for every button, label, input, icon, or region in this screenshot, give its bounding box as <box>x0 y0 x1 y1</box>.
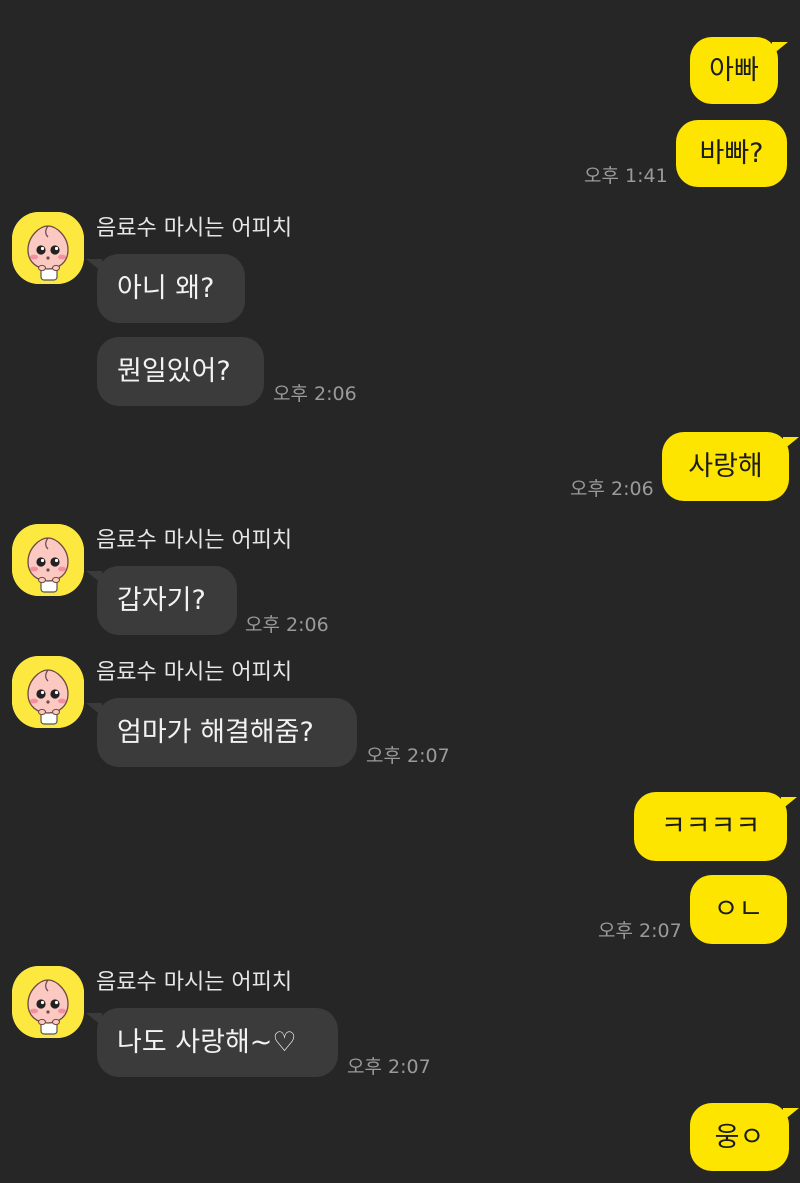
message-text: 아빠 <box>709 55 759 86</box>
sender-name: 음료수 마시는 어피치 <box>96 660 293 685</box>
message-text: 나도 사랑해~♡ <box>117 1027 297 1058</box>
my-message-bubble[interactable]: 바빠? <box>676 120 787 187</box>
message-text: 사랑해 <box>688 451 763 482</box>
their-message-bubble[interactable]: 엄마가 해결해줌? <box>97 698 357 767</box>
message-timestamp: 오후 2:07 <box>366 745 450 767</box>
message-timestamp: 오후 2:06 <box>570 478 654 500</box>
their-message-bubble[interactable]: 뭔일있어? <box>97 337 264 406</box>
apeach-avatar-icon[interactable] <box>12 524 84 596</box>
sender-name: 음료수 마시는 어피치 <box>96 216 293 241</box>
their-message-bubble[interactable]: 갑자기? <box>97 566 237 635</box>
message-text: 웅ㅇ <box>714 1121 765 1153</box>
message-text: 뭔일있어? <box>117 356 231 387</box>
their-message-bubble[interactable]: 아니 왜? <box>97 254 245 323</box>
bubble-tail <box>781 797 797 810</box>
my-message-bubble[interactable]: ㅇㄴ <box>690 875 787 944</box>
bubble-tail <box>783 437 799 450</box>
sender-name: 음료수 마시는 어피치 <box>96 528 293 553</box>
apeach-avatar-icon[interactable] <box>12 656 84 728</box>
message-text: 아니 왜? <box>117 273 215 304</box>
sender-name: 음료수 마시는 어피치 <box>96 970 293 995</box>
message-text: ㅋㅋㅋㅋ <box>660 811 761 842</box>
message-timestamp: 오후 2:06 <box>273 383 357 405</box>
bubble-tail <box>86 571 102 584</box>
message-timestamp: 오후 1:41 <box>584 165 668 187</box>
bubble-tail <box>86 259 102 272</box>
message-text: 바빠? <box>699 138 764 169</box>
apeach-avatar-icon[interactable] <box>12 966 84 1038</box>
message-timestamp: 오후 2:06 <box>245 614 329 636</box>
my-message-bubble[interactable]: 아빠 <box>690 37 778 104</box>
my-message-bubble[interactable]: 사랑해 <box>662 432 789 501</box>
message-text: 갑자기? <box>117 585 206 616</box>
my-message-bubble[interactable]: ㅋㅋㅋㅋ <box>634 792 787 861</box>
their-message-bubble[interactable]: 나도 사랑해~♡ <box>97 1008 338 1077</box>
bubble-tail <box>86 703 102 716</box>
bubble-tail <box>772 42 788 55</box>
message-text: ㅇㄴ <box>713 894 764 925</box>
message-timestamp: 오후 2:07 <box>347 1056 431 1078</box>
message-text: 엄마가 해결해줌? <box>117 717 314 748</box>
bubble-tail <box>86 1013 102 1026</box>
message-timestamp: 오후 2:07 <box>598 920 682 942</box>
apeach-avatar-icon[interactable] <box>12 212 84 284</box>
my-message-bubble[interactable]: 웅ㅇ <box>690 1103 789 1171</box>
bubble-tail <box>783 1108 799 1121</box>
